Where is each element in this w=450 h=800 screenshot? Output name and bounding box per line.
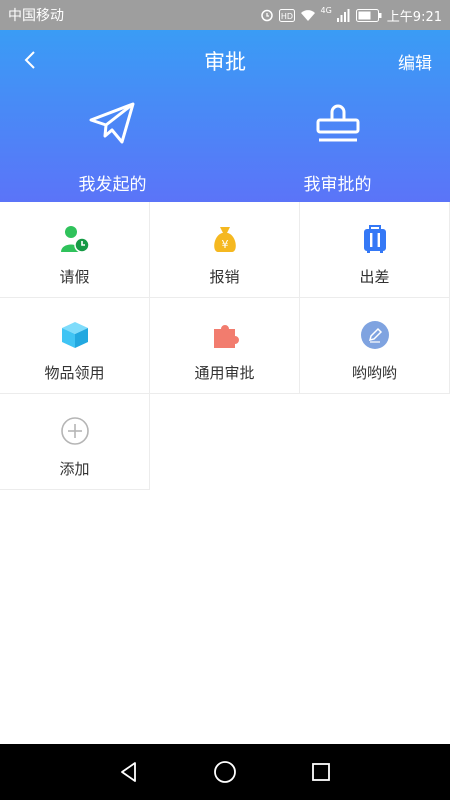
hero-row: 我发起的 我审批的 [0,98,450,195]
battery-icon [355,8,382,22]
clock: 上午9:21 [386,9,442,25]
carrier-name: 中国移动 [8,8,64,24]
svg-text:HD: HD [280,12,292,21]
network-type: 4G [320,5,332,15]
box-icon [61,322,88,348]
system-back-button[interactable] [115,758,143,786]
system-nav-bar [0,744,450,800]
status-bar: 中国移动 HD 4G 上午9:21 [0,0,450,30]
svg-text:¥: ¥ [221,238,228,251]
approval-grid: 请假 ¥ 报销 出差 物品领用 通用审批 哟哟哟 添加 [0,202,450,490]
system-recents-button[interactable] [307,758,335,786]
person-clock-icon [60,226,90,253]
money-bag-icon: ¥ [213,227,236,252]
grid-item-leave[interactable]: 请假 [0,202,150,298]
grid-item-label: 请假 [59,268,90,286]
pencil-circle-icon [360,321,389,349]
suitcase-icon [363,225,386,253]
system-home-button[interactable] [211,758,239,786]
grid-item-yoyoyo[interactable]: 哟哟哟 [300,298,450,394]
hero-item-approved[interactable]: 我审批的 [225,98,450,195]
grid-item-label: 哟哟哟 [351,364,397,382]
recents-square-icon [312,763,330,781]
status-icons: HD 4G 上午9:21 [260,5,442,25]
grid-item-add[interactable]: 添加 [0,394,150,490]
hero-label: 我发起的 [78,175,147,195]
grid-item-business-trip[interactable]: 出差 [300,202,450,298]
alarm-icon [260,9,273,22]
approval-header: 审批 编辑 我发起的 我审批的 [0,30,450,202]
edit-button[interactable]: 编辑 [398,49,432,74]
grid-item-label: 出差 [359,268,390,286]
grid-item-label: 通用审批 [194,364,255,382]
grid-item-label: 添加 [59,460,90,478]
paper-plane-icon [89,102,134,144]
grid-item-label: 报销 [209,268,240,286]
grid-item-reimburse[interactable]: ¥ 报销 [150,202,300,298]
title-bar: 审批 编辑 [0,30,450,90]
hero-item-initiated[interactable]: 我发起的 [0,98,225,195]
puzzle-icon [213,325,239,348]
grid-item-goods-requisition[interactable]: 物品领用 [0,298,150,394]
add-circle-icon [60,417,89,445]
home-circle-icon [214,761,236,783]
hd-icon: HD [278,8,295,22]
wifi-icon [300,9,315,21]
grid-item-label: 物品领用 [44,364,105,382]
grid-item-general-approval[interactable]: 通用审批 [150,298,300,394]
signal-icon [336,8,350,22]
back-triangle-icon [121,762,136,782]
hero-label: 我审批的 [303,175,372,195]
stamp-icon [316,104,359,142]
page-title: 审批 [204,50,246,74]
